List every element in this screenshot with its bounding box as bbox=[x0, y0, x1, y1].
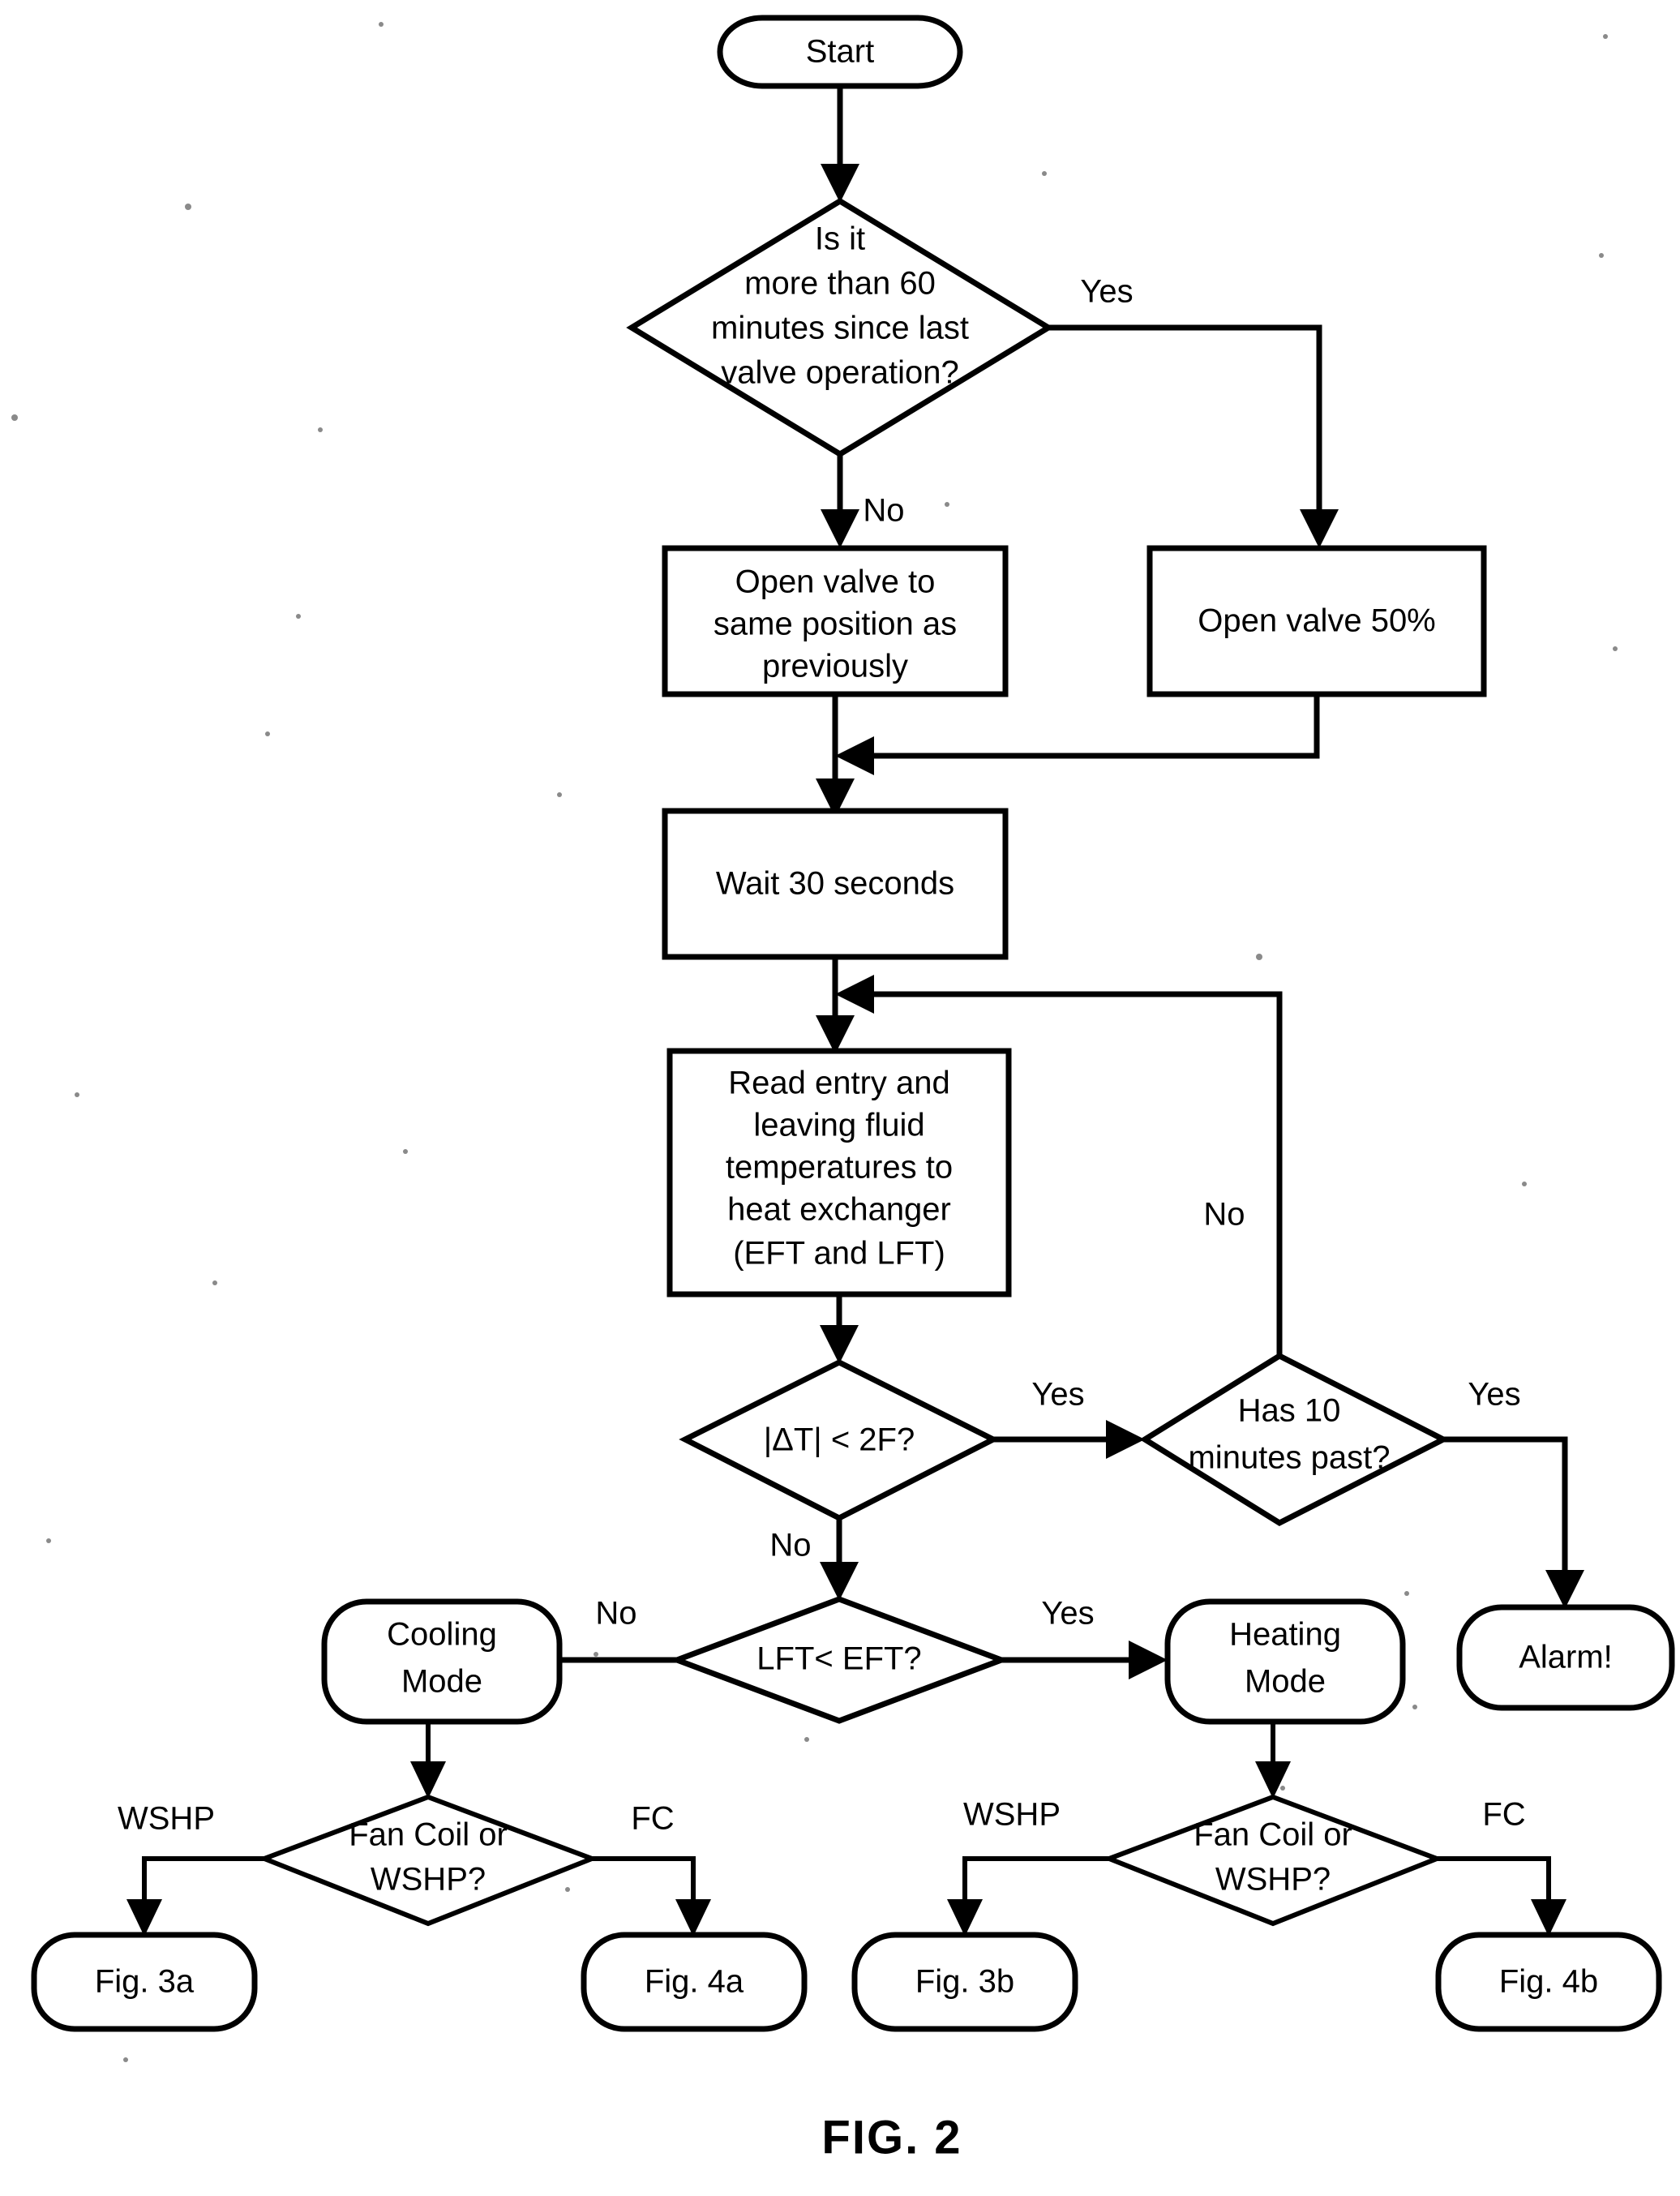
alarm-label: Alarm! bbox=[1519, 1640, 1613, 1675]
flowchart-canvas: Start Is it more than 60 minutes since l… bbox=[11, 15, 1675, 2164]
node-delta-t-check: |ΔT| < 2F? bbox=[679, 1359, 1000, 1521]
fig-4b-label: Fig. 4b bbox=[1499, 1964, 1598, 2000]
edge-label-heating-wshp: WSHP bbox=[963, 1797, 1061, 1833]
figure-page: Start Is it more than 60 minutes since l… bbox=[0, 0, 1680, 2196]
edge-lft-yes: Yes bbox=[1001, 1596, 1168, 1679]
fig-3b-label: Fig. 3b bbox=[915, 1964, 1014, 2000]
edge-label-has10-no: No bbox=[1203, 1197, 1245, 1233]
figure-caption: FIG. 2 bbox=[821, 2111, 962, 2164]
fcwshp-cooling-line1: Fan Coil or bbox=[349, 1817, 508, 1853]
edge-label-lft-no: No bbox=[595, 1596, 636, 1632]
read-temps-line3: temperatures to bbox=[726, 1150, 953, 1186]
edge-label-check60-yes: Yes bbox=[1080, 274, 1133, 310]
read-temps-line5: (EFT and LFT) bbox=[733, 1236, 945, 1272]
node-fan-coil-or-wshp-heating: Fan Coil or WSHP? bbox=[1102, 1794, 1444, 1927]
edge-label-heating-fc: FC bbox=[1482, 1797, 1525, 1833]
edge-label-delta-yes: Yes bbox=[1031, 1377, 1084, 1413]
edge-cooling-to-fcwshp bbox=[410, 1722, 446, 1799]
heating-mode-line2: Mode bbox=[1245, 1664, 1326, 1700]
edge-has10-yes: Yes bbox=[1443, 1377, 1584, 1609]
edge-label-check60-no: No bbox=[863, 493, 904, 529]
edge-label-cooling-fc: FC bbox=[631, 1801, 674, 1837]
open-valve-same-line2: same position as bbox=[714, 607, 957, 642]
edge-read-to-delta bbox=[820, 1294, 859, 1364]
read-temps-line4: heat exchanger bbox=[727, 1192, 951, 1228]
check60-line3: minutes since last bbox=[711, 311, 969, 346]
edge-wait-to-read bbox=[816, 957, 855, 1054]
node-start-label: Start bbox=[806, 34, 874, 70]
edge-label-delta-no: No bbox=[769, 1528, 811, 1563]
edge-label-lft-yes: Yes bbox=[1041, 1596, 1094, 1632]
lft-lt-eft-label: LFT< EFT? bbox=[756, 1641, 921, 1677]
fcwshp-heating-line1: Fan Coil or bbox=[1194, 1817, 1352, 1853]
read-temps-line1: Read entry and bbox=[728, 1066, 950, 1101]
node-fig-4a: Fig. 4a bbox=[581, 1932, 808, 2032]
delta-t-label: |ΔT| < 2F? bbox=[764, 1422, 915, 1458]
node-read-temperatures: Read entry and leaving fluid temperature… bbox=[666, 1048, 1012, 1297]
node-fig-3a: Fig. 3a bbox=[31, 1932, 258, 2032]
edge-delta-yes: Yes bbox=[993, 1377, 1145, 1459]
open-valve-same-line1: Open valve to bbox=[735, 564, 936, 600]
check60-line2: more than 60 bbox=[744, 266, 936, 302]
edge-heating-wshp: WSHP bbox=[947, 1797, 1109, 1937]
cooling-mode-line2: Mode bbox=[401, 1664, 482, 1700]
fig-3a-label: Fig. 3a bbox=[95, 1964, 195, 2000]
cooling-mode-line1: Cooling bbox=[387, 1617, 497, 1653]
node-has-10-minutes: Has 10 minutes past? bbox=[1139, 1352, 1450, 1527]
node-fig-3b: Fig. 3b bbox=[851, 1932, 1078, 2032]
fcwshp-cooling-line2: WSHP? bbox=[371, 1862, 486, 1898]
wait-30-seconds-label: Wait 30 seconds bbox=[716, 866, 954, 902]
check60-line1: Is it bbox=[815, 221, 865, 257]
node-cooling-mode: Cooling Mode bbox=[321, 1598, 563, 1725]
edge-check60-no: No bbox=[821, 454, 905, 548]
edge-check60-yes: Yes bbox=[1048, 274, 1339, 548]
node-check-60-minutes: Is it more than 60 minutes since last va… bbox=[626, 197, 1054, 458]
edge-cooling-fc: FC bbox=[592, 1801, 711, 1937]
node-heating-mode: Heating Mode bbox=[1164, 1598, 1406, 1725]
fcwshp-heating-line2: WSHP? bbox=[1215, 1862, 1331, 1898]
open-valve-same-line3: previously bbox=[762, 649, 908, 684]
node-wait-30-seconds: Wait 30 seconds bbox=[662, 808, 1009, 960]
node-open-valve-same-position: Open valve to same position as previousl… bbox=[662, 545, 1009, 697]
edge-heating-fc: FC bbox=[1437, 1797, 1566, 1937]
edge-label-has10-yes: Yes bbox=[1468, 1377, 1520, 1413]
has10-line1: Has 10 bbox=[1238, 1393, 1341, 1429]
heating-mode-line1: Heating bbox=[1229, 1617, 1341, 1653]
edge-open-valve-50-merge bbox=[835, 694, 1320, 775]
edge-delta-no: No bbox=[769, 1518, 859, 1601]
node-open-valve-50: Open valve 50% bbox=[1146, 545, 1487, 697]
node-alarm: Alarm! bbox=[1456, 1604, 1675, 1711]
node-fig-4b: Fig. 4b bbox=[1435, 1932, 1662, 2032]
node-lft-lt-eft: LFT< EFT? bbox=[669, 1596, 1009, 1724]
read-temps-line2: leaving fluid bbox=[753, 1108, 924, 1143]
node-start: Start bbox=[717, 15, 963, 89]
edge-heating-to-fcwshp bbox=[1255, 1722, 1291, 1799]
check60-line4: valve operation? bbox=[721, 355, 959, 391]
edge-cooling-wshp: WSHP bbox=[118, 1801, 264, 1937]
has10-line2: minutes past? bbox=[1188, 1440, 1390, 1476]
open-valve-50-label: Open valve 50% bbox=[1198, 603, 1436, 639]
fig-4a-label: Fig. 4a bbox=[645, 1964, 744, 2000]
edge-label-cooling-wshp: WSHP bbox=[118, 1801, 215, 1837]
edge-start-to-check60 bbox=[821, 86, 859, 203]
node-fan-coil-or-wshp-cooling: Fan Coil or WSHP? bbox=[257, 1794, 599, 1927]
